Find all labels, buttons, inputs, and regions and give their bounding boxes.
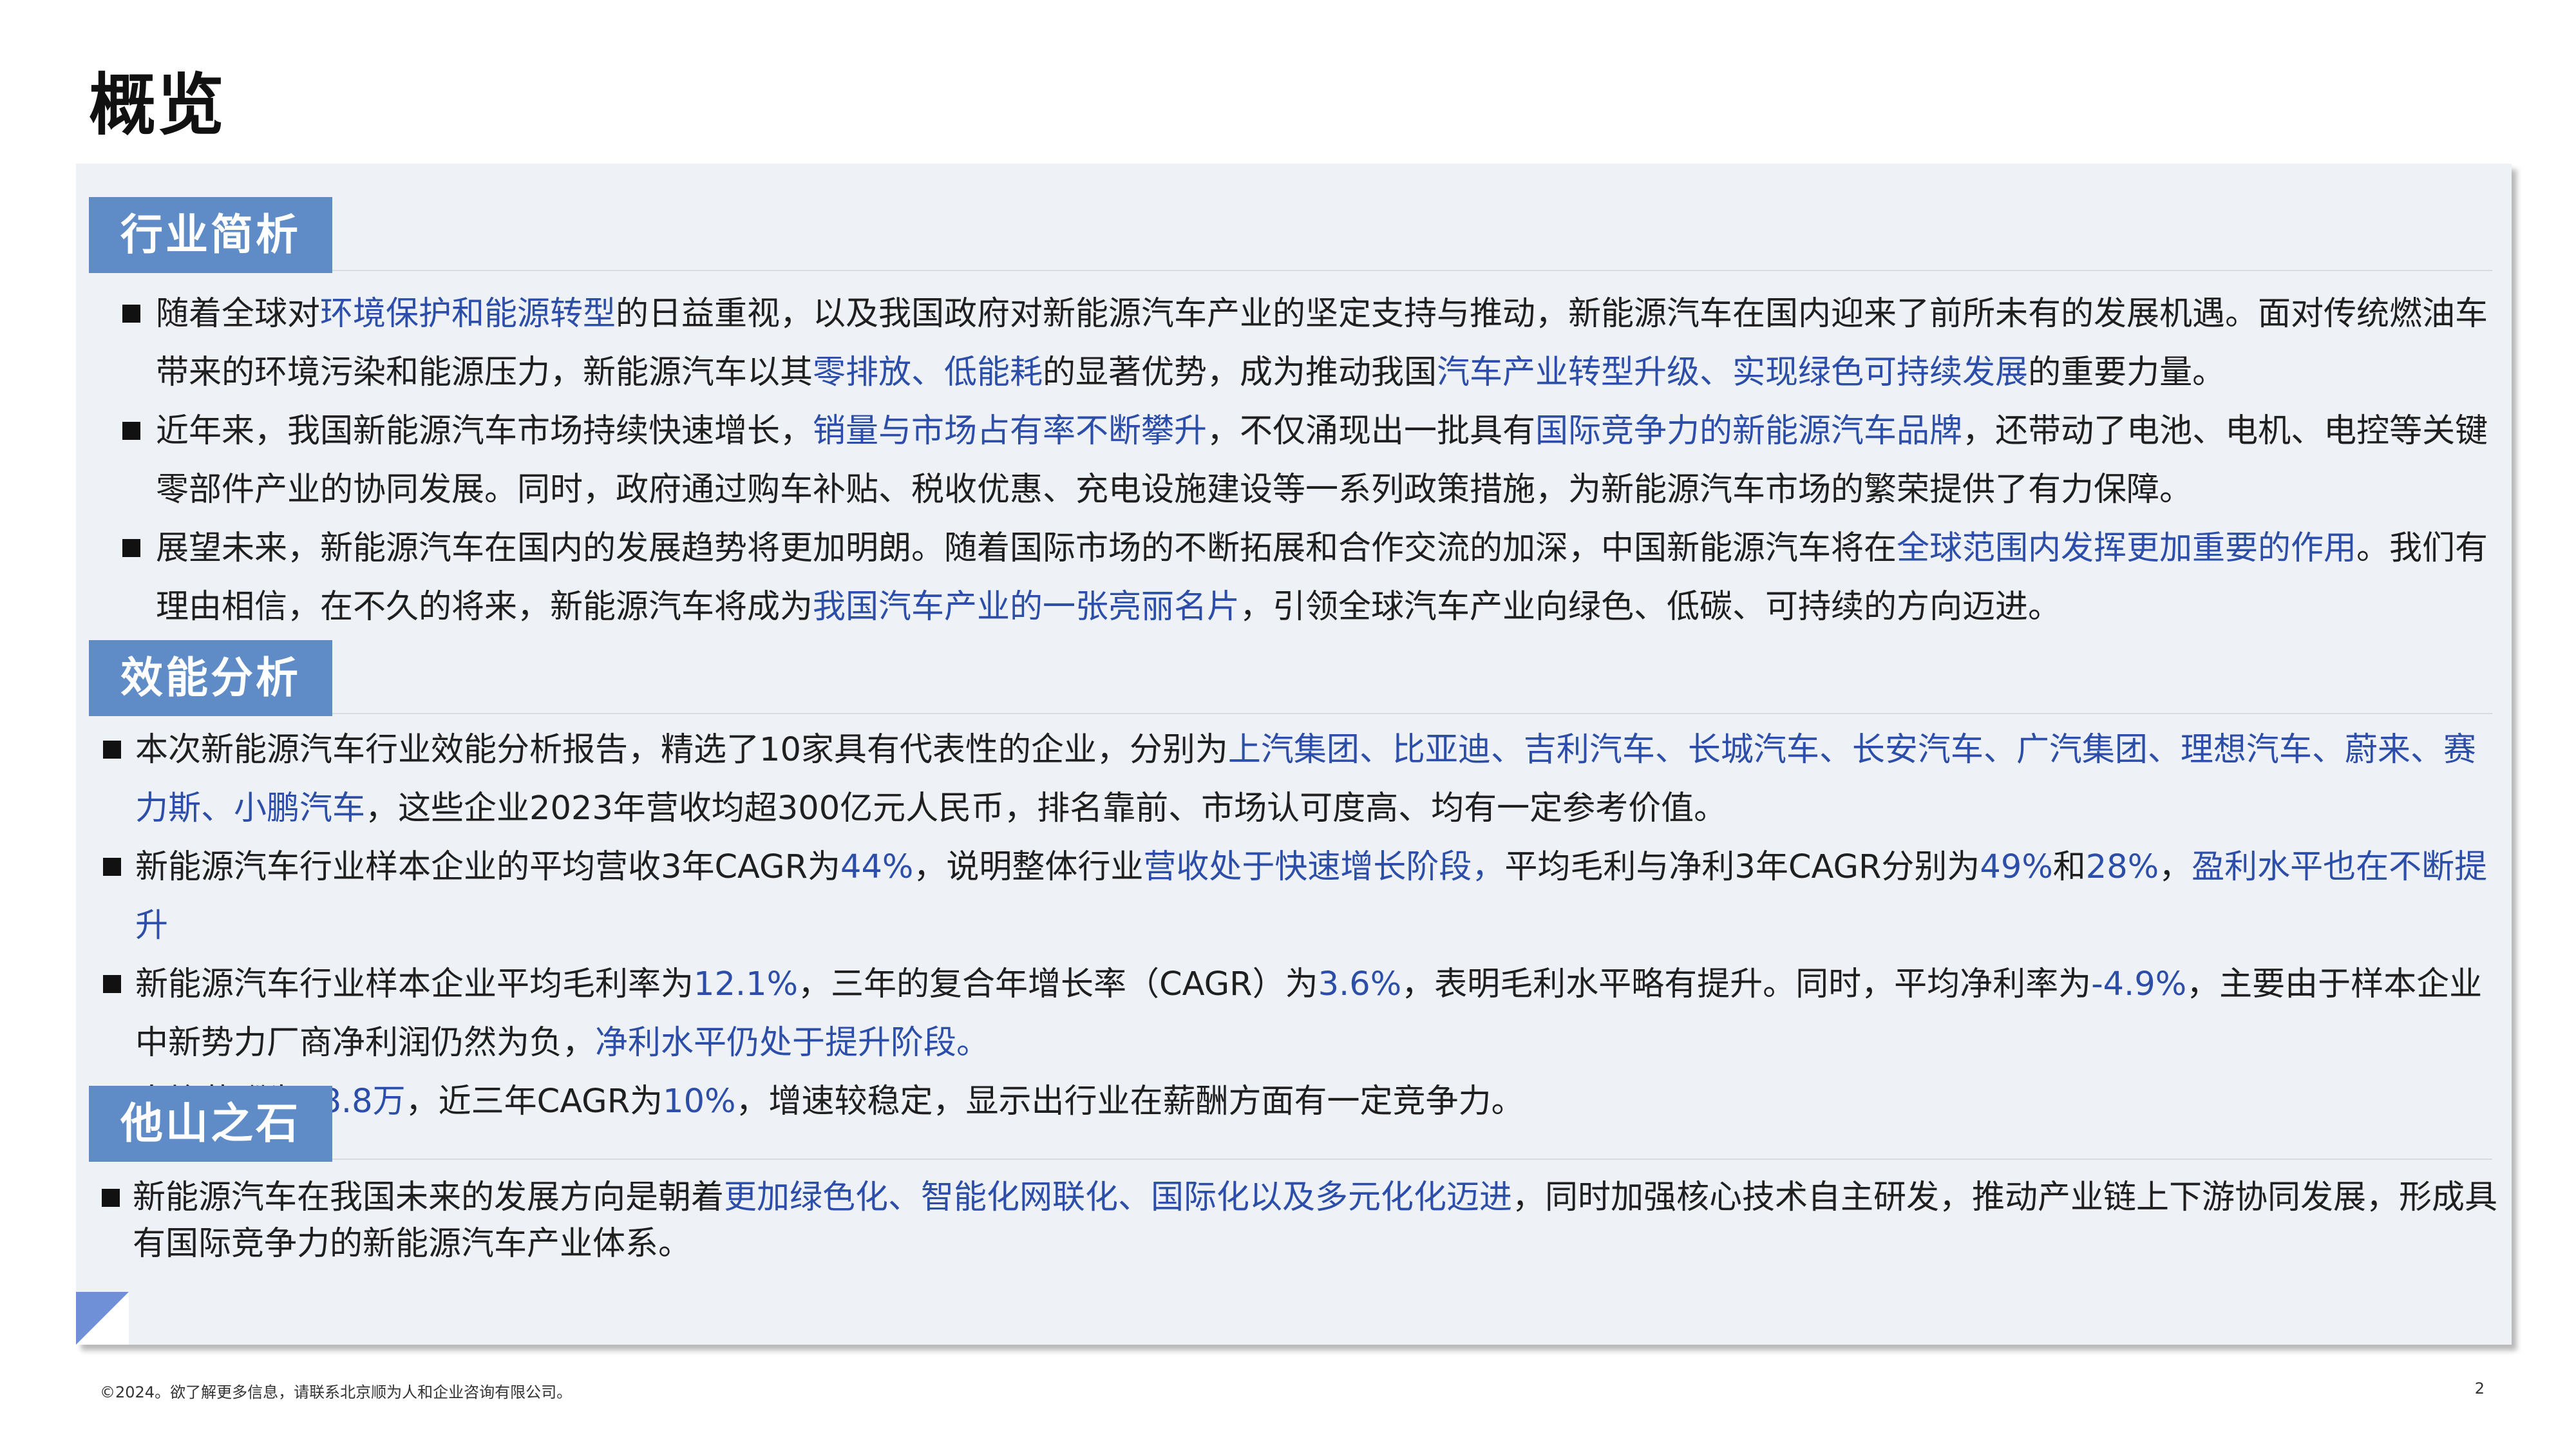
bullet-text: 近年来，我国新能源汽车市场持续快速增长，销量与市场占有率不断攀升，不仅涌现出一批… xyxy=(156,412,2488,509)
body-text: 和 xyxy=(2052,848,2086,886)
body-text: ，引领全球汽车产业向绿色、低碳、可持续的方向迈进。 xyxy=(1240,588,2061,626)
body-text: ，三年的复合年增长率（CAGR）为 xyxy=(798,965,1318,1003)
body-text: 随着全球对 xyxy=(156,295,321,333)
body-text: 新能源汽车行业样本企业平均毛利率为 xyxy=(135,965,694,1003)
highlight-text: 零排放、低能耗 xyxy=(813,354,1043,392)
bullet-item: 新能源汽车行业样本企业的平均营收3年CAGR为44%，说明整体行业营收处于快速增… xyxy=(76,838,2512,955)
body-text: 的重要力量。 xyxy=(2028,354,2226,392)
bullet-text: 新能源汽车在我国未来的发展方向是朝着更加绿色化、智能化网联化、国际化以及多元化化… xyxy=(133,1179,2497,1263)
body-text: ，近三年CAGR为 xyxy=(405,1083,663,1121)
highlight-text: 44% xyxy=(840,848,914,886)
bullet-item: 本次新能源汽车行业效能分析报告，精选了10家具有代表性的企业，分别为上汽集团、比… xyxy=(76,721,2512,838)
bullet-square-icon xyxy=(103,975,121,993)
bullet-text: 新能源汽车行业样本企业平均毛利率为12.1%，三年的复合年增长率（CAGR）为3… xyxy=(135,965,2482,1062)
bullet-square-icon xyxy=(102,1189,120,1207)
footer-copyright: ©2024。欲了解更多信息，请联系北京顺为人和企业咨询有限公司。 xyxy=(100,1383,573,1401)
highlight-text: 10% xyxy=(663,1083,736,1121)
bullet-item: 人均薪酬为28.8万，近三年CAGR为10%，增速较稳定，显示出行业在薪酬方面有… xyxy=(76,1072,2512,1131)
bullet-list: 随着全球对环境保护和能源转型的日益重视，以及我国政府对新能源汽车产业的坚定支持与… xyxy=(76,285,2512,636)
bullet-text: 随着全球对环境保护和能源转型的日益重视，以及我国政府对新能源汽车产业的坚定支持与… xyxy=(156,295,2488,392)
body-text: 新能源汽车在我国未来的发展方向是朝着 xyxy=(133,1179,724,1217)
bullet-text: 新能源汽车行业样本企业的平均营收3年CAGR为44%，说明整体行业营收处于快速增… xyxy=(135,848,2487,945)
bullet-list: 新能源汽车在我国未来的发展方向是朝着更加绿色化、智能化网联化、国际化以及多元化化… xyxy=(76,1175,2512,1267)
body-text: ，增速较稳定，显示出行业在薪酬方面有一定竞争力。 xyxy=(735,1083,1524,1121)
page-title: 概览 xyxy=(89,66,226,144)
body-text: 平均毛利与净利3年CAGR分别为 xyxy=(1504,848,1980,886)
bullet-square-icon xyxy=(103,741,121,759)
section-heading: 行业简析 xyxy=(89,197,332,273)
body-text: ，这些企业2023年营收均超300亿元人民币，排名靠前、市场认可度高、均有一定参… xyxy=(365,790,1727,828)
footer-page-number: 2 xyxy=(2474,1379,2485,1397)
section-heading: 效能分析 xyxy=(89,640,332,716)
highlight-text: 我国汽车产业的一张亮丽名片 xyxy=(813,588,1240,626)
bullet-item: 展望未来，新能源汽车在国内的发展趋势将更加明朗。随着国际市场的不断拓展和合作交流… xyxy=(76,519,2512,636)
body-text: ，说明整体行业 xyxy=(913,848,1144,886)
bullet-item: 近年来，我国新能源汽车市场持续快速增长，销量与市场占有率不断攀升，不仅涌现出一批… xyxy=(76,402,2512,519)
highlight-text: 销量与市场占有率不断攀升 xyxy=(813,412,1208,450)
content-panel: 行业简析 随着全球对环境保护和能源转型的日益重视，以及我国政府对新能源汽车产业的… xyxy=(76,164,2512,1345)
bullet-list: 本次新能源汽车行业效能分析报告，精选了10家具有代表性的企业，分别为上汽集团、比… xyxy=(76,721,2512,1131)
body-text: 近年来，我国新能源汽车市场持续快速增长， xyxy=(156,412,813,450)
highlight-text: 3.6% xyxy=(1318,965,1402,1003)
bullet-text: 人均薪酬为28.8万，近三年CAGR为10%，增速较稳定，显示出行业在薪酬方面有… xyxy=(135,1083,1524,1121)
highlight-text: 净利水平仍处于提升阶段。 xyxy=(595,1024,990,1062)
body-text: 本次新能源汽车行业效能分析报告，精选了10家具有代表性的企业，分别为 xyxy=(135,731,1228,769)
body-text: ，表明毛利水平略有提升。同时，平均净利率为 xyxy=(1401,965,2092,1003)
bullet-item: 新能源汽车在我国未来的发展方向是朝着更加绿色化、智能化网联化、国际化以及多元化化… xyxy=(76,1175,2512,1267)
page-corner-fold xyxy=(76,1292,129,1345)
highlight-text: 更加绿色化、智能化网联化、国际化以及多元化化迈进 xyxy=(724,1179,1513,1217)
highlight-text: 全球范围内发挥更加重要的作用 xyxy=(1897,529,2357,567)
highlight-text: 环境保护和能源转型 xyxy=(320,295,616,333)
highlight-text: -4.9% xyxy=(2091,965,2187,1003)
bullet-item: 新能源汽车行业样本企业平均毛利率为12.1%，三年的复合年增长率（CAGR）为3… xyxy=(76,955,2512,1072)
body-text: 新能源汽车行业样本企业的平均营收3年CAGR为 xyxy=(135,848,841,886)
body-text: ， xyxy=(2159,848,2192,886)
highlight-text: 28% xyxy=(2085,848,2159,886)
body-text: 展望未来，新能源汽车在国内的发展趋势将更加明朗。随着国际市场的不断拓展和合作交流… xyxy=(156,529,1897,567)
bullet-square-icon xyxy=(103,858,121,876)
highlight-text: 汽车产业转型升级、实现绿色可持续发展 xyxy=(1437,354,2029,392)
bullet-square-icon xyxy=(122,305,140,323)
bullet-square-icon xyxy=(122,539,140,557)
highlight-text: 12.1% xyxy=(694,965,799,1003)
bullet-text: 本次新能源汽车行业效能分析报告，精选了10家具有代表性的企业，分别为上汽集团、比… xyxy=(135,731,2476,828)
body-text: 的显著优势，成为推动我国 xyxy=(1043,354,1437,392)
section-divider xyxy=(332,713,2492,714)
bullet-square-icon xyxy=(122,422,140,440)
bullet-text: 展望未来，新能源汽车在国内的发展趋势将更加明朗。随着国际市场的不断拓展和合作交流… xyxy=(156,529,2488,626)
bullet-item: 随着全球对环境保护和能源转型的日益重视，以及我国政府对新能源汽车产业的坚定支持与… xyxy=(76,285,2512,402)
highlight-text: 营收处于快速增长阶段， xyxy=(1143,848,1505,886)
section-divider xyxy=(332,270,2492,271)
body-text: ，不仅涌现出一批具有 xyxy=(1207,412,1536,450)
section-divider xyxy=(332,1159,2492,1160)
highlight-text: 国际竞争力的新能源汽车品牌 xyxy=(1535,412,1963,450)
highlight-text: 49% xyxy=(1980,848,2053,886)
section-heading: 他山之石 xyxy=(89,1086,332,1162)
